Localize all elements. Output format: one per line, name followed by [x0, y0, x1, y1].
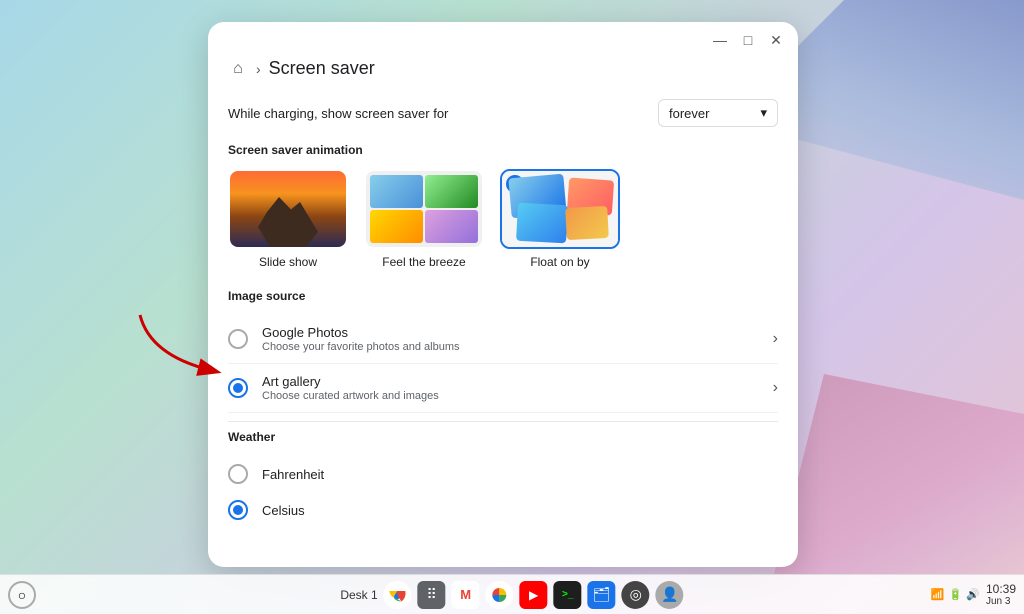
float-photo-4: [565, 206, 609, 240]
desk-label: Desk 1: [340, 588, 377, 602]
taskbar-terminal-icon[interactable]: >_: [554, 581, 582, 609]
volume-icon: 🔊: [966, 588, 980, 601]
taskbar-center: Desk 1 ⠿ M ▶ >_: [340, 581, 683, 609]
weather-option-fahrenheit[interactable]: Fahrenheit: [228, 456, 778, 492]
taskbar-youtube-icon[interactable]: ▶: [520, 581, 548, 609]
taskbar-chrome-icon[interactable]: [384, 581, 412, 609]
chrome-logo: [388, 585, 408, 605]
weather-option-celsius[interactable]: Celsius: [228, 492, 778, 528]
close-button[interactable]: ✕: [766, 30, 786, 50]
fahrenheit-radio[interactable]: [228, 464, 248, 484]
celsius-radio[interactable]: [228, 500, 248, 520]
time-display: 10:39: [986, 582, 1016, 596]
minimize-button[interactable]: —: [710, 30, 730, 50]
float-thumbnail: ✓: [500, 169, 620, 249]
animation-option-float[interactable]: ✓ Float on by: [500, 169, 620, 269]
clock[interactable]: 10:39 Jun 3: [986, 582, 1016, 607]
image-source-option-google-photos[interactable]: Google Photos Choose your favorite photo…: [228, 315, 778, 364]
animation-option-slideshow[interactable]: Slide show: [228, 169, 348, 269]
maximize-button[interactable]: □: [738, 30, 758, 50]
art-gallery-sublabel: Choose curated artwork and images: [262, 390, 439, 402]
google-photos-sublabel: Choose your favorite photos and albums: [262, 341, 460, 353]
dropdown-chevron-icon: ▾: [760, 105, 767, 121]
art-gallery-label: Art gallery: [262, 374, 439, 389]
window-header: ⌂ › Screen saver: [208, 58, 798, 91]
taskbar-avatar[interactable]: 👤: [656, 581, 684, 609]
taskbar-gmail-icon[interactable]: M: [452, 581, 480, 609]
breeze-thumbnail: [364, 169, 484, 249]
float-photo-3: [516, 203, 568, 244]
taskbar-left: ○: [8, 581, 36, 609]
google-photos-label: Google Photos: [262, 325, 460, 340]
google-photos-radio[interactable]: [228, 329, 248, 349]
breadcrumb-home-icon[interactable]: ⌂: [228, 59, 248, 79]
celsius-label: Celsius: [262, 503, 305, 518]
charging-duration-value: forever: [669, 106, 709, 121]
taskbar-right: 📶 🔋 🔊 10:39 Jun 3: [931, 582, 1016, 607]
float-preview: ✓: [502, 171, 618, 247]
slideshow-preview: [230, 171, 346, 247]
slideshow-thumbnail: [228, 169, 348, 249]
animation-option-breeze[interactable]: Feel the breeze: [364, 169, 484, 269]
image-source-section-title: Image source: [228, 289, 778, 303]
charging-setting-row: While charging, show screen saver for fo…: [228, 91, 778, 135]
taskbar-files-icon[interactable]: 🗂: [588, 581, 616, 609]
breeze-preview: [366, 171, 482, 247]
breeze-img-2: [425, 175, 478, 208]
float-label: Float on by: [530, 255, 589, 269]
rock-shape: [258, 197, 318, 247]
bg-decoration-bottom: [774, 374, 1024, 574]
system-tray: 📶 🔋 🔊: [931, 588, 980, 601]
page-title: Screen saver: [269, 58, 375, 79]
slideshow-label: Slide show: [259, 255, 317, 269]
art-gallery-chevron-icon: ›: [773, 379, 778, 397]
charging-duration-select[interactable]: forever ▾: [658, 99, 778, 127]
breeze-img-4: [425, 210, 478, 243]
taskbar: ○ Desk 1 ⠿ M ▶: [0, 574, 1024, 614]
radio-option-left: Google Photos Choose your favorite photo…: [228, 325, 460, 353]
battery-icon: 🔋: [949, 588, 963, 601]
taskbar-apps-icon[interactable]: ⠿: [418, 581, 446, 609]
photos-logo: [490, 585, 510, 605]
assistant-button[interactable]: ○: [8, 581, 36, 609]
charging-label: While charging, show screen saver for: [228, 106, 448, 121]
image-source-option-art-gallery[interactable]: Art gallery Choose curated artwork and i…: [228, 364, 778, 413]
taskbar-media-icon[interactable]: ◎: [622, 581, 650, 609]
google-photos-text: Google Photos Choose your favorite photo…: [262, 325, 460, 353]
art-gallery-radio[interactable]: [228, 378, 248, 398]
google-photos-chevron-icon: ›: [773, 330, 778, 348]
window-content: While charging, show screen saver for fo…: [208, 91, 798, 567]
fahrenheit-left: Fahrenheit: [228, 464, 324, 484]
fahrenheit-label: Fahrenheit: [262, 467, 324, 482]
wifi-icon: 📶: [931, 588, 945, 601]
radio-option-left-art: Art gallery Choose curated artwork and i…: [228, 374, 439, 402]
animation-grid: Slide show Feel the breeze: [228, 169, 778, 269]
window-titlebar: — □ ✕: [208, 22, 798, 58]
breadcrumb-chevron-icon: ›: [256, 61, 261, 77]
weather-section-title: Weather: [228, 430, 778, 444]
animation-section-title: Screen saver animation: [228, 143, 778, 157]
breeze-label: Feel the breeze: [382, 255, 465, 269]
art-gallery-text: Art gallery Choose curated artwork and i…: [262, 374, 439, 402]
taskbar-photos-icon[interactable]: [486, 581, 514, 609]
date-display: Jun 3: [986, 596, 1016, 607]
settings-window: — □ ✕ ⌂ › Screen saver While charging, s…: [208, 22, 798, 567]
section-divider: [228, 421, 778, 422]
breeze-img-3: [370, 210, 423, 243]
breeze-img-1: [370, 175, 423, 208]
celsius-left: Celsius: [228, 500, 305, 520]
